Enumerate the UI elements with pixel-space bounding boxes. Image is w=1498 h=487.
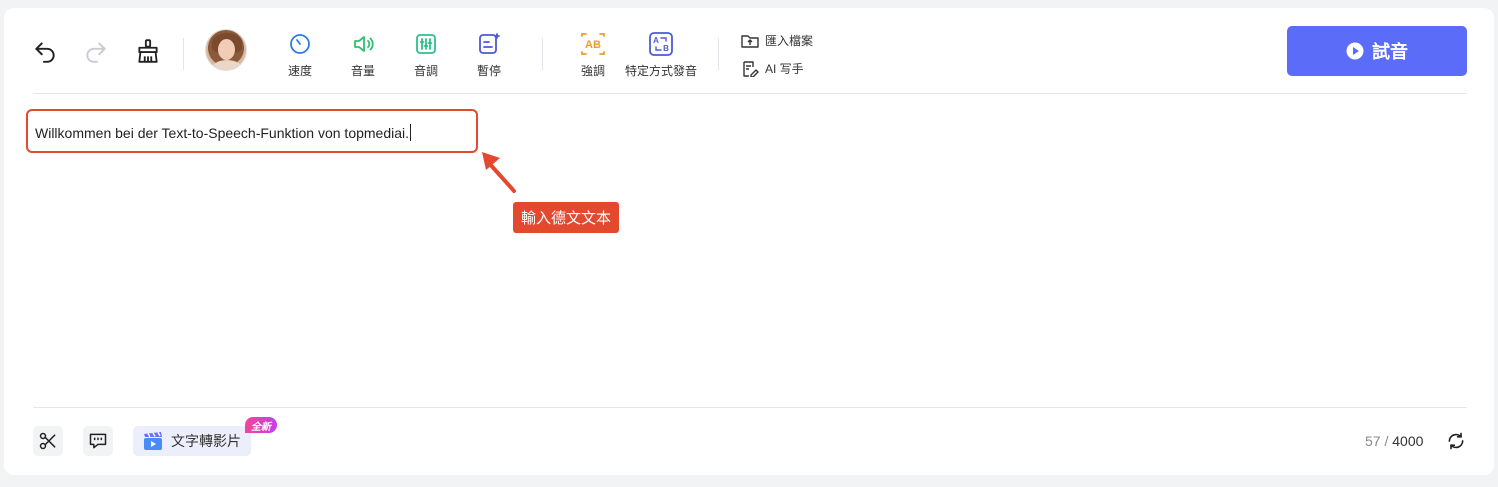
redo-button[interactable] xyxy=(80,35,112,67)
annotation-callout: 輸入德文文本 xyxy=(513,202,620,233)
import-file-label: 匯入檔案 xyxy=(765,34,814,48)
char-count: 57 xyxy=(1365,433,1381,449)
svg-text:A: A xyxy=(653,36,659,45)
editor-text: Willkommen bei der Text-to-Speech-Funkti… xyxy=(35,125,410,141)
pitch-tool[interactable]: 音調 xyxy=(412,30,440,79)
refresh-button[interactable] xyxy=(1444,429,1468,453)
char-separator: / xyxy=(1380,433,1393,449)
annotation-arrow xyxy=(482,152,516,193)
avatar-body xyxy=(211,60,243,70)
voice-avatar[interactable] xyxy=(205,29,247,71)
pitch-label: 音調 xyxy=(413,64,438,78)
pause-tool[interactable]: 暫停 xyxy=(475,30,503,79)
speedometer-icon xyxy=(290,34,310,54)
refresh-icon xyxy=(1448,432,1464,450)
speed-tool[interactable]: 速度 xyxy=(286,30,314,79)
clear-button[interactable] xyxy=(132,35,164,67)
split-button[interactable] xyxy=(33,426,63,456)
new-badge: 全新 xyxy=(245,417,277,433)
undo-icon xyxy=(35,42,55,63)
speed-label: 速度 xyxy=(287,64,312,78)
toolbar-divider xyxy=(542,38,543,70)
equalizer-icon xyxy=(416,34,436,54)
undo-button[interactable] xyxy=(29,35,61,67)
volume-label: 音量 xyxy=(350,64,375,78)
pause-label: 暫停 xyxy=(476,64,501,78)
emphasis-tool[interactable]: AB 強調 xyxy=(579,30,607,79)
volume-tool[interactable]: 音量 xyxy=(349,30,377,79)
subtitle-button[interactable] xyxy=(83,426,113,456)
text-to-video-button[interactable]: 文字轉影片 xyxy=(133,426,251,456)
ai-writer-label: AI 写手 xyxy=(765,62,804,76)
chat-bubble-icon xyxy=(89,433,107,449)
pronunciation-tool[interactable]: AB 特定方式發音 xyxy=(625,30,697,79)
play-icon xyxy=(1346,42,1364,60)
avatar-face xyxy=(218,39,235,60)
bottom-divider-line xyxy=(33,407,1467,408)
text-caret xyxy=(410,124,412,141)
toolbar-divider xyxy=(718,38,719,70)
text-input-content[interactable]: Willkommen bei der Text-to-Speech-Funkti… xyxy=(35,124,412,141)
emphasis-ab-icon: AB xyxy=(581,33,605,55)
import-file-button[interactable]: 匯入檔案 xyxy=(741,32,813,49)
preview-play-label: 試音 xyxy=(1372,42,1408,62)
redo-icon xyxy=(86,42,106,63)
broom-icon xyxy=(138,39,158,63)
text-to-video-label: 文字轉影片 xyxy=(171,433,241,449)
tts-editor-card: 速度 音量 音調 暫停 AB 強調 A B 特定方式發音 匯入檔案 AI 写手 … xyxy=(4,8,1494,475)
ai-writer-button[interactable]: AI 写手 xyxy=(741,60,804,77)
character-counter: 57 / 4000 xyxy=(1365,433,1423,449)
text-input-area[interactable]: Willkommen bei der Text-to-Speech-Funkti… xyxy=(26,109,478,153)
scissors-icon xyxy=(39,432,56,450)
folder-upload-icon xyxy=(741,34,759,48)
speaker-icon xyxy=(354,36,374,52)
toolbar-divider xyxy=(183,38,184,70)
ai-edit-icon xyxy=(743,60,759,77)
svg-text:AB: AB xyxy=(585,39,601,51)
pause-insert-icon xyxy=(479,33,500,54)
emphasis-label: 強調 xyxy=(580,64,605,78)
pronunciation-label: 特定方式發音 xyxy=(625,64,698,78)
video-clapper-icon xyxy=(143,431,163,451)
svg-text:B: B xyxy=(663,44,669,53)
char-limit: 4000 xyxy=(1392,433,1424,449)
preview-play-button[interactable]: 試音 xyxy=(1287,26,1467,76)
toolbar: 速度 音量 音調 暫停 AB 強調 A B 特定方式發音 匯入檔案 AI 写手 … xyxy=(4,8,1494,94)
toolbar-divider-line xyxy=(33,93,1467,94)
pronunciation-ab-icon: AB xyxy=(649,32,673,56)
